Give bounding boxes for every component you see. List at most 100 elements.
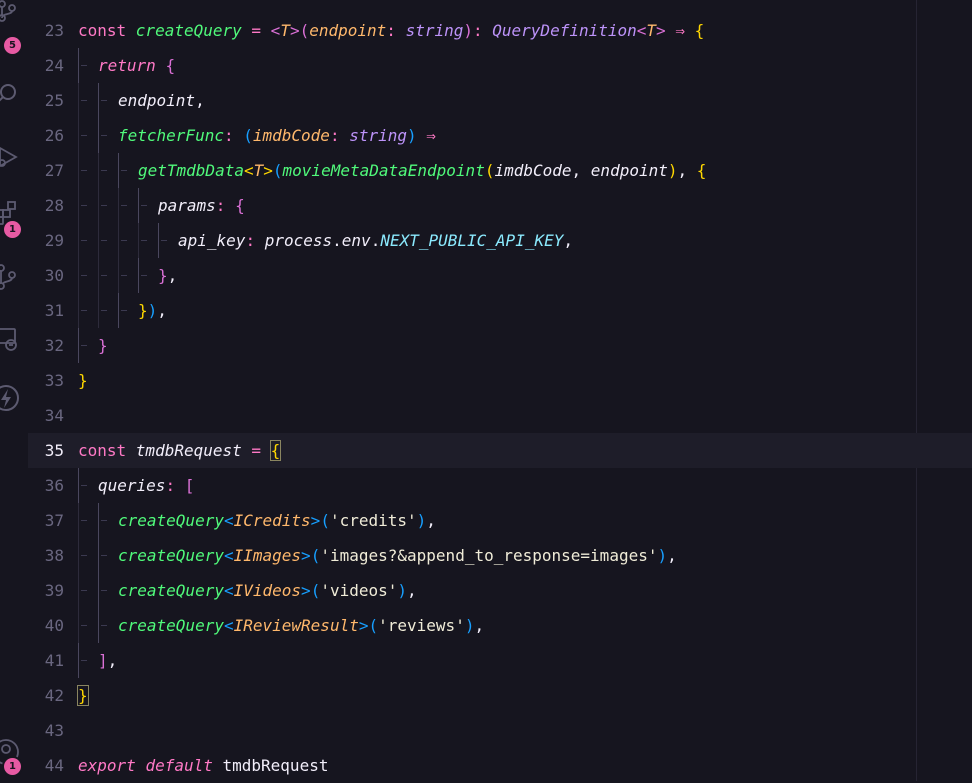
code-line[interactable]: 27 getTmdbData<T>(movieMetaDataEndpoint(i…: [28, 153, 972, 188]
code-editor[interactable]: 23 const createQuery = <T>(endpoint: stri…: [28, 0, 972, 781]
code-token: <: [223, 511, 234, 530]
code-token: {: [269, 440, 282, 461]
code-token: ,: [426, 511, 436, 530]
code-line[interactable]: 39 createQuery<IVideos>('videos'),: [28, 573, 972, 608]
activity-bar: 5 1 1: [0, 0, 28, 781]
code-token: :: [329, 126, 350, 145]
run-debug-icon[interactable]: [0, 143, 20, 171]
code-token: 'credits': [329, 511, 417, 530]
indent-guide: [158, 223, 178, 258]
code-token: (: [243, 126, 253, 145]
code-text: }: [78, 363, 88, 398]
code-token: export: [78, 756, 146, 775]
line-number: 30: [44, 266, 64, 285]
code-token: <: [223, 616, 234, 635]
code-text: fetcherFunc: (imdbCode: string) ⇒: [118, 118, 436, 153]
code-token: ,: [195, 91, 205, 110]
search-icon[interactable]: [0, 80, 20, 108]
code-token: api_key: [178, 231, 246, 250]
line-number: 26: [44, 126, 64, 145]
code-text: const tmdbRequest = {: [78, 433, 282, 468]
code-line[interactable]: 28 params: {: [28, 188, 972, 223]
code-token: }: [77, 685, 89, 706]
extensions-icon[interactable]: 1: [0, 198, 21, 238]
line-number: 33: [44, 371, 64, 390]
git-graph-icon[interactable]: [0, 263, 20, 291]
code-token: ): [667, 161, 678, 180]
source-control-icon[interactable]: 5: [0, 0, 21, 54]
code-line[interactable]: 29 api_key: process.env.NEXT_PUBLIC_API_K…: [28, 223, 972, 258]
code-text: createQuery<IReviewResult>('reviews'),: [118, 608, 484, 643]
code-token: {: [235, 196, 245, 215]
code-token: (: [299, 21, 310, 40]
code-token: [: [184, 476, 195, 495]
code-token: {: [694, 21, 705, 40]
code-line[interactable]: 40 createQuery<IReviewResult>('reviews'),: [28, 608, 972, 643]
code-line[interactable]: 43: [28, 713, 972, 748]
line-number: 44: [44, 756, 64, 775]
indent-guide: [78, 293, 98, 328]
indent-guide: [78, 118, 98, 153]
code-token: (: [368, 616, 379, 635]
code-text: createQuery<IVideos>('videos'),: [118, 573, 417, 608]
code-text: endpoint,: [118, 83, 205, 118]
indent-guide: [138, 188, 158, 223]
code-line[interactable]: 41],: [28, 643, 972, 678]
indent-guide: [78, 223, 98, 258]
code-line[interactable]: 32}: [28, 328, 972, 363]
code-line[interactable]: 24 return {: [28, 48, 972, 83]
code-token: >: [289, 21, 300, 40]
code-lines[interactable]: 23 const createQuery = <T>(endpoint: stri…: [28, 13, 972, 783]
indent-guide: [98, 608, 118, 643]
code-token: >: [310, 511, 321, 530]
indent-guide: [98, 538, 118, 573]
line-number: 37: [44, 511, 64, 530]
code-token: {: [165, 56, 176, 75]
indent-guide: [98, 258, 118, 293]
code-token: ⇒: [665, 21, 695, 40]
code-token: <: [223, 546, 234, 565]
code-token: string: [349, 126, 407, 145]
code-token: string: [405, 21, 464, 40]
code-line[interactable]: 44 export default tmdbRequest: [28, 748, 972, 783]
indent-guide: [98, 293, 118, 328]
code-token: NEXT_PUBLIC_API_KEY: [380, 231, 564, 250]
code-token: <: [243, 161, 254, 180]
indent-guide: [118, 293, 138, 328]
code-token: ): [147, 301, 158, 320]
code-line[interactable]: 26 fetcherFunc: (imdbCode: string) ⇒: [28, 118, 972, 153]
code-token: imdbCode: [252, 126, 330, 145]
code-token: process: [264, 231, 333, 250]
accounts-icon[interactable]: 1: [0, 738, 21, 775]
code-token: return: [98, 56, 166, 75]
code-line[interactable]: 33}: [28, 363, 972, 398]
code-line[interactable]: 31}),: [28, 293, 972, 328]
code-token: const: [78, 21, 136, 40]
line-number: 27: [44, 161, 64, 180]
code-line[interactable]: 42}: [28, 678, 972, 713]
code-token: .: [370, 231, 381, 250]
code-line[interactable]: 37 createQuery<ICredits>('credits'),: [28, 503, 972, 538]
code-token: params: [158, 196, 216, 215]
source-control-badge: 5: [4, 37, 21, 54]
code-token: ,: [107, 651, 118, 670]
code-token: ,: [677, 161, 697, 180]
code-token: ,: [474, 616, 485, 635]
code-token: createQuery: [118, 616, 224, 635]
code-line[interactable]: 25 endpoint,: [28, 83, 972, 118]
line-number: 36: [44, 476, 64, 495]
code-line[interactable]: 35 const tmdbRequest = {: [28, 433, 972, 468]
code-line[interactable]: 23 const createQuery = <T>(endpoint: stri…: [28, 13, 972, 48]
line-number: 31: [44, 301, 64, 320]
code-line[interactable]: 38 createQuery<IImages>('images?&append_t…: [28, 538, 972, 573]
code-token: ,: [157, 301, 167, 320]
line-number: 43: [44, 721, 64, 740]
code-line[interactable]: 36 queries: [: [28, 468, 972, 503]
code-line[interactable]: 30},: [28, 258, 972, 293]
remote-explorer-icon[interactable]: [0, 325, 20, 353]
code-token: ): [397, 581, 408, 600]
lightning-icon[interactable]: [0, 384, 20, 412]
code-token: 'images?&append_to_response=images': [320, 546, 658, 565]
code-token: {: [696, 161, 707, 180]
code-line[interactable]: 34: [28, 398, 972, 433]
